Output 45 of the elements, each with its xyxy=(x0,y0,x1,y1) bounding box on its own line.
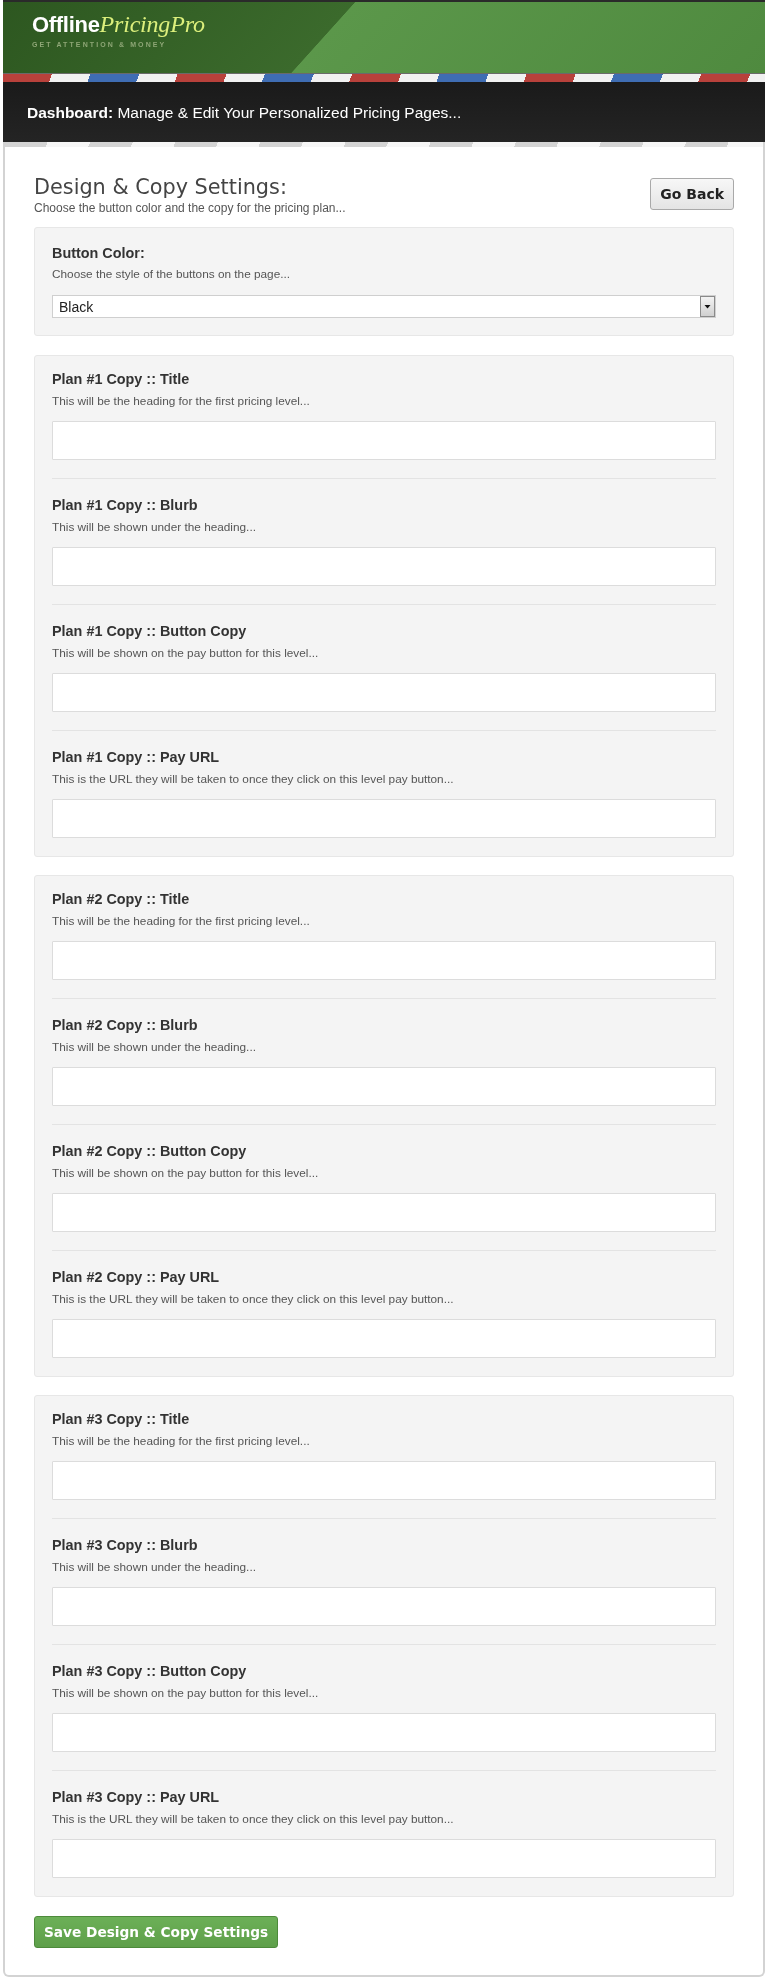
text-field[interactable] xyxy=(52,1839,716,1878)
text-field[interactable] xyxy=(52,799,716,838)
field-hint: This will be the heading for the first pricing level... xyxy=(52,1434,311,1448)
field-label: Plan #1 Copy :: Title xyxy=(52,370,191,388)
field-label: Plan #2 Copy :: Pay URL xyxy=(52,1268,221,1286)
dashboard-text: Dashboard: Manage & Edit Your Personalized Pricing Pages... xyxy=(27,102,462,122)
field-label: Plan #3 Copy :: Blurb xyxy=(52,1536,199,1554)
field-hint: This is the URL they will be taken to once they click on this level pay button... xyxy=(52,772,455,786)
field-hint: This will be the heading for the first pricing level... xyxy=(52,394,311,408)
field-label: Plan #1 Copy :: Pay URL xyxy=(52,748,221,766)
field-label: Plan #3 Copy :: Button Copy xyxy=(52,1662,248,1680)
logo-text: OfflinePricingPro xyxy=(32,10,206,39)
text-field[interactable] xyxy=(52,673,716,712)
field-hint: Choose the style of the buttons on the page... xyxy=(52,267,292,281)
field-hint: This will be shown on the pay button for this level... xyxy=(52,646,320,660)
page-subtitle: Choose the button color and the copy for the pricing plan... xyxy=(34,201,346,215)
text-field[interactable] xyxy=(52,1587,716,1626)
caret-icon xyxy=(700,296,715,317)
field-label: Plan #3 Copy :: Title xyxy=(52,1410,191,1428)
field-hint: This will be shown under the heading... xyxy=(52,1040,257,1054)
text-field[interactable] xyxy=(52,1461,716,1500)
text-field[interactable] xyxy=(52,1067,716,1106)
text-field[interactable] xyxy=(52,1319,716,1358)
field-hint: This is the URL they will be taken to once they click on this level pay button... xyxy=(52,1292,455,1306)
text-field[interactable] xyxy=(52,1193,716,1232)
field-label: Button Color: xyxy=(52,244,146,262)
go-back-button[interactable]: Go Back xyxy=(650,178,734,210)
field-hint: This will be the heading for the first pricing level... xyxy=(52,914,311,928)
field-hint: This will be shown on the pay button for this level... xyxy=(52,1686,320,1700)
field-hint: This is the URL they will be taken to once they click on this level pay button... xyxy=(52,1812,455,1826)
text-field[interactable] xyxy=(52,941,716,980)
field-label: Plan #2 Copy :: Blurb xyxy=(52,1016,199,1034)
field-label: Plan #2 Copy :: Button Copy xyxy=(52,1142,248,1160)
field-hint: This will be shown under the heading... xyxy=(52,1560,257,1574)
page-title: Design & Copy Settings: xyxy=(34,174,288,201)
text-field[interactable] xyxy=(52,421,716,460)
field-label: Plan #1 Copy :: Blurb xyxy=(52,496,199,514)
field-label: Plan #1 Copy :: Button Copy xyxy=(52,622,248,640)
text-field[interactable] xyxy=(52,1713,716,1752)
field-hint: This will be shown under the heading... xyxy=(52,520,257,534)
field-label: Plan #3 Copy :: Pay URL xyxy=(52,1788,221,1806)
button-color-select[interactable]: Black xyxy=(52,295,716,318)
field-hint: This will be shown on the pay button for this level... xyxy=(52,1166,320,1180)
text-field[interactable] xyxy=(52,547,716,586)
field-label: Plan #2 Copy :: Title xyxy=(52,890,191,908)
